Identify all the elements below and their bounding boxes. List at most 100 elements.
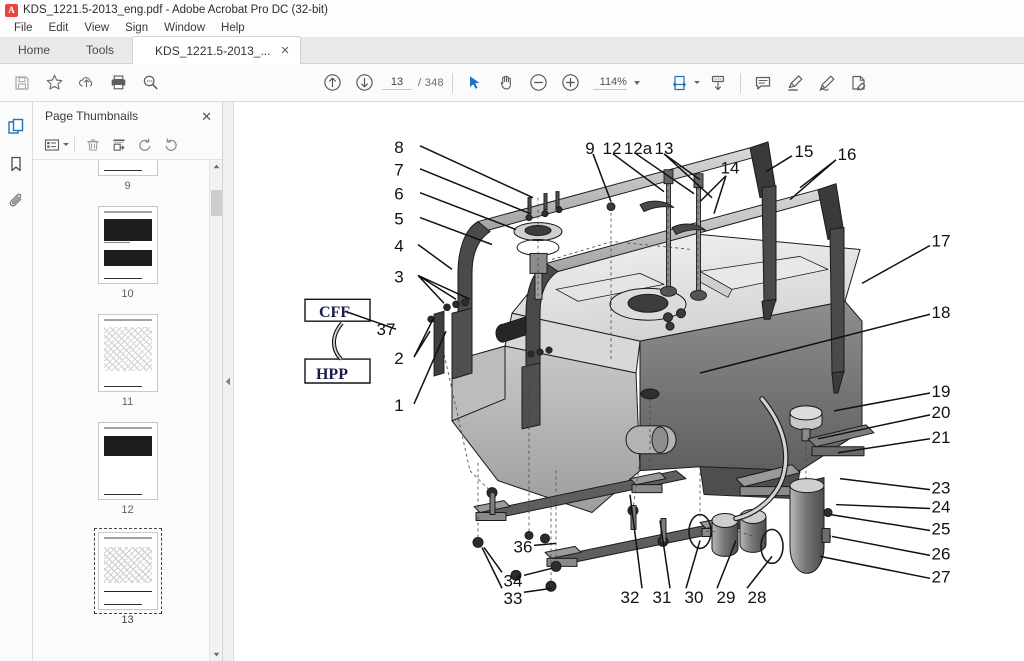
menu-item-window[interactable]: Window [156,20,213,37]
thumbnail-number: 13 [121,614,134,626]
callout-28: 28 [748,588,767,607]
thumbnail-item[interactable]: 9 [97,160,158,192]
chevron-down-icon-thumbsize[interactable] [62,143,69,146]
toolbar-divider-2 [739,72,741,93]
extract-pages-icon[interactable] [106,133,132,157]
print-icon[interactable] [102,68,134,98]
thumbnail-scrollbar[interactable] [209,160,222,661]
page-thumbnail[interactable] [97,314,158,392]
stamp-icon[interactable] [843,68,875,98]
page-thumbnails-panel: Page Thumbnails ✕ 9 10 11 12 13 [33,102,223,661]
tab-tools[interactable]: Tools [68,36,132,63]
page-navigation: / 348 [382,75,444,90]
panel-header: Page Thumbnails ✕ [33,102,222,130]
delete-pages-icon[interactable] [80,133,106,157]
scrollbar-thumb[interactable] [211,190,222,216]
page-total-label: / 348 [418,76,444,89]
previous-page-button[interactable] [316,68,348,98]
callout-17: 17 [932,232,951,251]
callout-25: 25 [932,519,951,538]
star-icon[interactable] [38,68,70,98]
page-thumbnail[interactable] [97,160,158,176]
cff-box-label: CFF [319,304,350,321]
callout-16: 16 [838,145,857,164]
callout-13: 13 [655,139,674,158]
menu-item-file[interactable]: File [6,20,41,37]
thumbnail-size-options-icon[interactable] [43,133,69,157]
page-thumbnail[interactable] [97,422,158,500]
thumbnail-number: 11 [121,396,134,408]
page-thumbnails-icon[interactable] [2,112,30,142]
callout-14: 14 [721,159,740,178]
window-title: KDS_1221.5-2013_eng.pdf - Adobe Acrobat … [23,4,328,16]
select-tool-button[interactable] [459,68,491,98]
callout-5: 5 [394,210,403,229]
next-page-button[interactable] [348,68,380,98]
document-viewport[interactable]: CFF HPP 8 7 6 5 4 3 2 1 9 12 12a 13 14 1… [234,102,1024,661]
callout-6: 6 [394,185,403,204]
menu-item-edit[interactable]: Edit [41,20,77,37]
callout-3: 3 [394,267,403,286]
callout-20: 20 [932,403,951,422]
fit-page-button[interactable] [670,68,702,98]
chevron-left-icon [225,377,230,386]
save-icon[interactable] [6,68,38,98]
pdf-page: CFF HPP 8 7 6 5 4 3 2 1 9 12 12a 13 14 1… [234,102,1024,661]
thumbnail-item[interactable]: 10 [97,206,158,300]
hpp-box-label: HPP [316,366,348,383]
thumbnail-item[interactable]: 11 [97,314,158,408]
chevron-down-icon[interactable] [633,80,640,85]
scroll-up-arrow[interactable] [210,160,222,173]
bookmarks-icon[interactable] [2,149,30,179]
callout-21: 21 [932,428,951,447]
callout-26: 26 [932,544,951,563]
menu-item-help[interactable]: Help [213,20,253,37]
page-thumbnail[interactable] [97,206,158,284]
sign-icon[interactable] [811,68,843,98]
callout-31: 31 [653,588,672,607]
toolbar-divider-1 [451,72,453,93]
callout-4: 4 [394,236,403,255]
bracket-part-1 [433,310,445,377]
comment-icon[interactable] [747,68,779,98]
page-number-input[interactable] [382,75,412,90]
callout-2: 2 [394,349,403,368]
zoom-out-button[interactable] [523,68,555,98]
callout-37: 37 [377,320,396,339]
cloud-upload-icon[interactable] [70,68,102,98]
chevron-down-icon-fit[interactable] [694,81,701,84]
callout-18: 18 [932,303,951,322]
zoom-control[interactable]: 114% [592,76,640,90]
main-body: Page Thumbnails ✕ 9 10 11 12 13 CFF HPP … [0,102,1024,661]
callout-30: 30 [685,588,704,607]
tab-home[interactable]: Home [0,36,68,63]
zoom-in-button[interactable] [555,68,587,98]
callout-8: 8 [394,138,403,157]
rotate-counterclockwise-icon[interactable] [132,133,158,157]
menu-bar: File Edit View Sign Window Help [0,20,1024,37]
panel-collapse-handle[interactable] [223,102,234,661]
page-thumbnail[interactable] [93,528,162,614]
highlight-icon[interactable] [779,68,811,98]
main-toolbar: / 348 114% [0,64,1024,102]
scroll-mode-button[interactable] [702,68,734,98]
thumbnail-number: 12 [121,504,134,516]
menu-item-sign[interactable]: Sign [117,20,156,37]
thumbnail-list[interactable]: 9 10 11 12 13 [33,160,222,661]
tab-document-label: KDS_1221.5-2013_... [155,43,271,58]
callout-12a: 12a [624,139,653,158]
close-icon[interactable]: ✕ [280,44,289,57]
hand-tool-button[interactable] [491,68,523,98]
menu-item-view[interactable]: View [76,20,117,37]
scroll-down-arrow[interactable] [210,648,222,661]
thumbnail-item-selected[interactable]: 13 [93,528,162,626]
zoom-search-icon[interactable] [134,68,166,98]
thumbnail-item[interactable]: 12 [97,422,158,516]
close-icon[interactable]: ✕ [201,110,212,123]
tab-document[interactable]: KDS_1221.5-2013_... ✕ [132,36,301,64]
callout-33: 33 [504,589,523,608]
title-bar: A KDS_1221.5-2013_eng.pdf - Adobe Acroba… [0,0,1024,20]
callout-15: 15 [795,142,814,161]
attachments-icon[interactable] [2,186,30,216]
rotate-clockwise-icon[interactable] [158,133,184,157]
